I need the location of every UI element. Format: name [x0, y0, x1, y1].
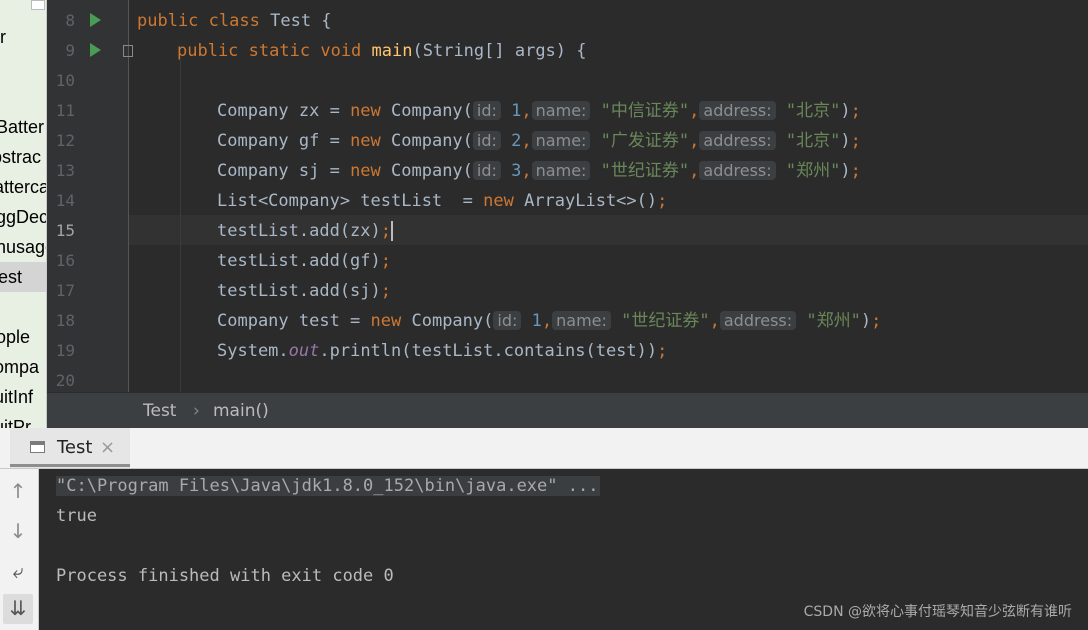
breadcrumb-separator: › — [193, 401, 200, 421]
code-line-15: testList.add(zx); — [217, 221, 394, 241]
line-number: 17 — [55, 281, 75, 300]
line-number: 19 — [55, 341, 75, 360]
line-number: 16 — [55, 251, 75, 270]
breadcrumb-method[interactable]: main() — [213, 393, 269, 429]
project-scroll-nub[interactable] — [31, 0, 45, 10]
project-item[interactable]: r — [0, 22, 46, 52]
line-number: 11 — [55, 101, 75, 120]
line-number: 18 — [55, 311, 75, 330]
line-number: 8 — [65, 11, 75, 30]
code-line-18: Company test = new Company(id: 1, name: "… — [217, 311, 882, 331]
line-number: 10 — [55, 71, 75, 90]
breadcrumb: Test › main() — [47, 392, 1088, 429]
console-icon — [30, 441, 45, 453]
console-line: true — [56, 506, 97, 526]
project-item[interactable]: ople — [0, 322, 46, 352]
arrow-down-icon[interactable]: ↓ — [7, 519, 29, 543]
code-editor[interactable]: 8 9 10 11 12 13 14 15 16 17 18 19 20 pub… — [47, 0, 1088, 392]
project-item[interactable]: nusage — [0, 232, 46, 262]
project-item[interactable]: bstrac — [0, 142, 46, 172]
run-main-icon[interactable] — [90, 43, 101, 57]
project-item[interactable]: uitPr — [0, 412, 46, 428]
line-number: 12 — [55, 131, 75, 150]
code-line-16: testList.add(gf); — [217, 251, 392, 271]
run-tabbar: Test × — [0, 428, 1088, 469]
project-item[interactable]: ggDec — [0, 202, 46, 232]
line-number: 13 — [55, 161, 75, 180]
tab-label: Test — [57, 437, 93, 458]
line-number: 9 — [65, 41, 75, 60]
code-line-11: Company zx = new Company(id: 1, name: "中信… — [217, 101, 861, 121]
project-item[interactable]: atterca — [0, 172, 46, 202]
console-output[interactable]: "C:\Program Files\Java\jdk1.8.0_152\bin\… — [39, 469, 1088, 630]
indent-guide — [180, 60, 181, 392]
code-line-19: System.out.println(testList.contains(tes… — [217, 341, 668, 361]
line-number-current: 15 — [55, 221, 75, 240]
code-line-12: Company gf = new Company(id: 2, name: "广发… — [217, 131, 861, 151]
console-command-line: "C:\Program Files\Java\jdk1.8.0_152\bin\… — [56, 476, 601, 496]
run-side-toolbar: ↑ ↓ ⤶ ⇊ — [0, 469, 39, 630]
code-line-8: public class Test { — [137, 11, 332, 31]
code-line-9: public static void main(String[] args) { — [177, 41, 587, 61]
scroll-to-end-icon[interactable]: ⇊ — [7, 596, 29, 620]
code-line-17: testList.add(sj); — [217, 281, 392, 301]
line-number: 14 — [55, 191, 75, 210]
code-line-13: Company sj = new Company(id: 3, name: "世纪… — [217, 161, 861, 181]
console-line: Process finished with exit code 0 — [56, 566, 394, 586]
fold-marker-icon[interactable] — [123, 45, 133, 57]
gutter-separator — [128, 0, 129, 392]
breadcrumb-class[interactable]: Test — [143, 393, 176, 429]
run-class-icon[interactable] — [90, 13, 101, 27]
close-icon[interactable]: × — [100, 428, 115, 468]
soft-wrap-icon[interactable]: ⤶ — [7, 559, 29, 583]
text-caret — [391, 221, 394, 241]
watermark: CSDN @欲将心事付瑶琴知音少弦断有谁听 — [803, 604, 1072, 620]
code-line-14: List<Company> testList = new ArrayList<>… — [217, 191, 668, 211]
project-item[interactable]: ompa — [0, 352, 46, 382]
project-item-selected[interactable]: est — [0, 262, 46, 292]
console-line: "C:\Program Files\Java\jdk1.8.0_152\bin\… — [56, 471, 601, 501]
project-item[interactable]: Batter — [0, 112, 46, 142]
project-panel: r Batter bstrac atterca ggDec nusage est… — [0, 0, 47, 428]
arrow-up-icon[interactable]: ↑ — [7, 479, 29, 503]
project-item[interactable]: uitInf — [0, 382, 46, 412]
